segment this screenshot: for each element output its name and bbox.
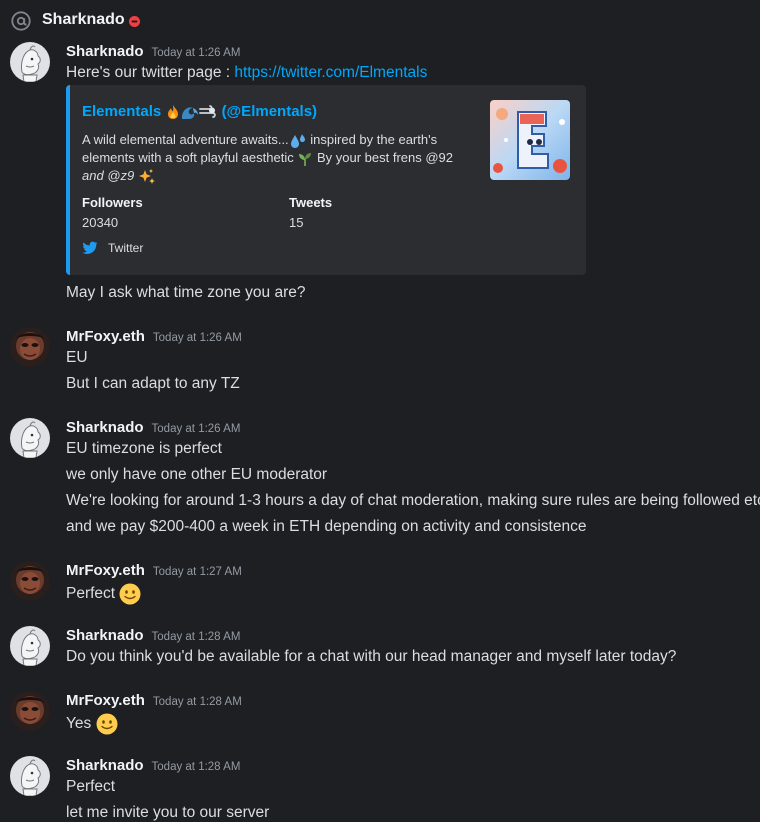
twitter-link[interactable]: https://twitter.com/Elmentals (234, 64, 427, 81)
do-not-disturb-icon (129, 16, 140, 27)
message-timestamp: Today at 1:28 AM (151, 631, 241, 643)
link-embed: Elementals (@Elmentals) A wild elemental… (66, 85, 586, 275)
avatar[interactable] (10, 626, 50, 666)
author-name[interactable]: Sharknado (66, 627, 144, 644)
seedling-emoji-icon (299, 152, 312, 166)
sweat-droplets-emoji-icon (290, 133, 305, 148)
message-text: EU timezone is perfect (66, 440, 222, 457)
smiling-face-emoji-icon (96, 713, 118, 735)
message-text: EU (66, 349, 88, 366)
twitter-bird-icon (82, 241, 98, 254)
embed-field-name: Tweets (289, 195, 333, 210)
smiling-face-emoji-icon (119, 583, 141, 605)
message-text: let me invite you to our server (66, 804, 270, 821)
message-text: We're looking for around 1-3 hours a day… (66, 492, 760, 509)
author-name[interactable]: Sharknado (66, 757, 144, 774)
at-sign-icon (11, 11, 31, 31)
wave-emoji-icon (182, 107, 199, 120)
embed-thumbnail[interactable] (490, 100, 570, 180)
author-name[interactable]: Sharknado (66, 43, 144, 60)
author-name[interactable]: MrFoxy.eth (66, 328, 145, 345)
avatar[interactable] (10, 327, 50, 367)
message-text: Perfect (66, 583, 141, 605)
embed-description: A wild elemental adventure awaits... ins… (82, 131, 472, 186)
message-timestamp: Today at 1:26 AM (152, 332, 242, 344)
avatar[interactable] (10, 691, 50, 731)
message-text: we only have one other EU moderator (66, 466, 328, 483)
message-timestamp: Today at 1:26 AM (151, 423, 241, 435)
message-text: Perfect (66, 778, 116, 795)
author-name[interactable]: MrFoxy.eth (66, 562, 145, 579)
message-timestamp: Today at 1:26 AM (151, 47, 241, 59)
sparkles-emoji-icon (138, 168, 155, 184)
avatar[interactable] (10, 42, 50, 82)
channel-header: Sharknado (0, 0, 760, 42)
embed-field-value: 20340 (82, 215, 119, 230)
author-name[interactable]: MrFoxy.eth (66, 692, 145, 709)
avatar[interactable] (10, 756, 50, 796)
message-text: and we pay $200-400 a week in ETH depend… (66, 518, 587, 535)
message-timestamp: Today at 1:28 AM (151, 761, 241, 773)
message-text: Do you think you'd be available for a ch… (66, 648, 677, 665)
channel-title: Sharknado (42, 11, 125, 28)
embed-title[interactable]: Elementals (@Elmentals) (82, 103, 317, 120)
author-name[interactable]: Sharknado (66, 419, 144, 436)
message-text: Here's our twitter page : https://twitte… (66, 64, 428, 81)
embed-field-value: 15 (289, 215, 304, 230)
avatar[interactable] (10, 561, 50, 601)
fire-emoji-icon (168, 105, 179, 120)
message-text: Yes (66, 713, 118, 735)
embed-footer: Twitter (82, 241, 143, 255)
embed-footer-text: Twitter (108, 241, 144, 255)
message-timestamp: Today at 1:27 AM (152, 566, 242, 578)
message-text: But I can adapt to any TZ (66, 375, 240, 392)
embed-field-name: Followers (82, 195, 143, 210)
message-timestamp: Today at 1:28 AM (152, 696, 242, 708)
avatar[interactable] (10, 418, 50, 458)
message-text: May I ask what time zone you are? (66, 284, 306, 301)
wind-emoji-icon (199, 105, 217, 118)
